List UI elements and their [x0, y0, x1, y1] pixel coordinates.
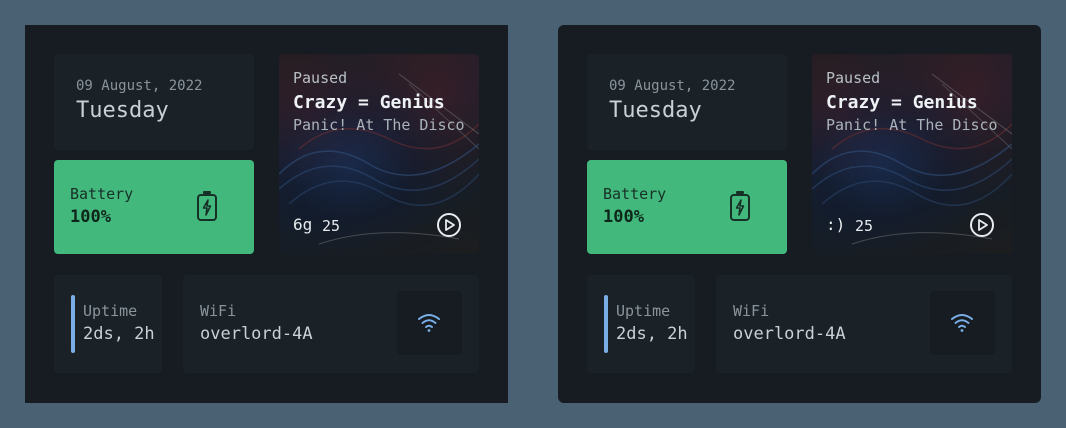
music-player-card[interactable]: Paused Crazy = Genius Panic! At The Disc… [279, 54, 479, 254]
dashboard-panel-left: 09 August, 2022 Tuesday Battery 100% Pau… [25, 25, 508, 403]
uptime-value: 2ds, 2h [616, 324, 688, 344]
wifi-card: WiFi overlord-4A [716, 275, 1012, 373]
volume-value: 25 [855, 217, 874, 235]
artist-name: Panic! At The Disco [826, 116, 998, 134]
day-text: Tuesday [76, 98, 169, 123]
playback-status: Paused [293, 69, 348, 87]
wifi-label: WiFi [733, 302, 770, 320]
play-circle-icon[interactable] [969, 212, 995, 238]
uptime-accent-bar [71, 295, 75, 353]
battery-value: 100% [70, 207, 111, 227]
uptime-accent-bar [604, 295, 608, 353]
date-card: 09 August, 2022 Tuesday [54, 54, 254, 150]
wifi-label: WiFi [200, 302, 237, 320]
playback-status: Paused [826, 69, 881, 87]
wifi-icon [418, 314, 440, 332]
song-title: Crazy = Genius [293, 92, 445, 113]
dashboard-panel-right: 09 August, 2022 Tuesday Battery 100% Pau… [558, 25, 1041, 403]
battery-value: 100% [603, 207, 644, 227]
battery-charging-icon [730, 191, 750, 221]
date-text: 09 August, 2022 [609, 78, 736, 94]
music-player-card[interactable]: Paused Crazy = Genius Panic! At The Disc… [812, 54, 1012, 254]
battery-card[interactable]: Battery 100% [54, 160, 254, 254]
battery-label: Battery [603, 185, 667, 203]
wifi-card: WiFi overlord-4A [183, 275, 479, 373]
battery-label: Battery [70, 185, 134, 203]
uptime-label: Uptime [83, 302, 138, 320]
artist-name: Panic! At The Disco [293, 116, 465, 134]
battery-charging-icon [197, 191, 217, 221]
volume-value: 25 [322, 217, 341, 235]
day-text: Tuesday [609, 98, 702, 123]
wifi-network-name: overlord-4A [200, 324, 313, 344]
uptime-card: Uptime 2ds, 2h [587, 275, 695, 373]
volume-icon[interactable]: :) [826, 215, 845, 234]
uptime-value: 2ds, 2h [83, 324, 155, 344]
volume-icon[interactable]: 6g [293, 215, 312, 234]
play-circle-icon[interactable] [436, 212, 462, 238]
song-title: Crazy = Genius [826, 92, 978, 113]
wifi-network-name: overlord-4A [733, 324, 846, 344]
date-card: 09 August, 2022 Tuesday [587, 54, 787, 150]
date-text: 09 August, 2022 [76, 78, 203, 94]
battery-card[interactable]: Battery 100% [587, 160, 787, 254]
wifi-toggle-button[interactable] [930, 291, 995, 355]
uptime-label: Uptime [616, 302, 671, 320]
wifi-toggle-button[interactable] [397, 291, 462, 355]
uptime-card: Uptime 2ds, 2h [54, 275, 162, 373]
wifi-icon [951, 314, 973, 332]
